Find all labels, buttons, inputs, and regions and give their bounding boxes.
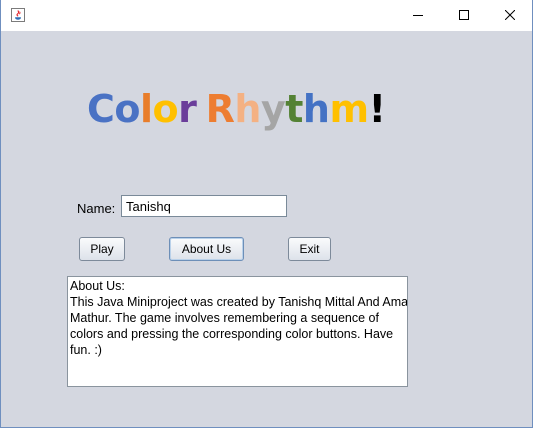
about-text-area[interactable]: About Us: This Java Miniproject was crea… [67,276,408,387]
minimize-button[interactable] [395,0,441,31]
game-title-logo: Color Rhythm! [87,86,386,132]
content-pane: Color Rhythm! Name: Play About Us Exit A… [1,31,532,427]
close-icon [504,7,516,25]
logo-letter: ! [368,87,386,131]
logo-letter: l [140,87,153,131]
app-window: Color Rhythm! Name: Play About Us Exit A… [0,0,533,428]
about-line: This Java Miniproject was created by Tan… [70,295,408,309]
logo-letter: y [260,87,286,131]
about-us-button[interactable]: About Us [169,237,244,261]
logo-letter: o [114,87,140,131]
java-app-icon [10,7,26,23]
logo-letter: r [178,87,197,131]
logo-letter: o [152,87,179,131]
logo-letter: m [329,87,369,131]
logo-letter [196,87,205,131]
about-line: fun. :) [70,343,102,357]
about-line: About Us: [70,279,125,293]
close-button[interactable] [487,0,532,31]
title-bar[interactable] [1,0,532,31]
maximize-icon [459,7,469,25]
name-label: Name: [77,201,116,216]
logo-letter: t [285,87,303,131]
minimize-icon [413,7,423,25]
name-input[interactable] [121,195,287,217]
logo-letter: h [302,87,330,131]
about-line: Mathur. The game involves remembering a … [70,311,379,325]
logo-letter: C [87,87,115,131]
maximize-button[interactable] [441,0,487,31]
logo-letter: R [205,87,235,131]
about-line: colors and pressing the corresponding co… [70,327,394,341]
play-button[interactable]: Play [79,237,125,261]
exit-button[interactable]: Exit [288,237,331,261]
logo-letter: h [234,87,261,131]
